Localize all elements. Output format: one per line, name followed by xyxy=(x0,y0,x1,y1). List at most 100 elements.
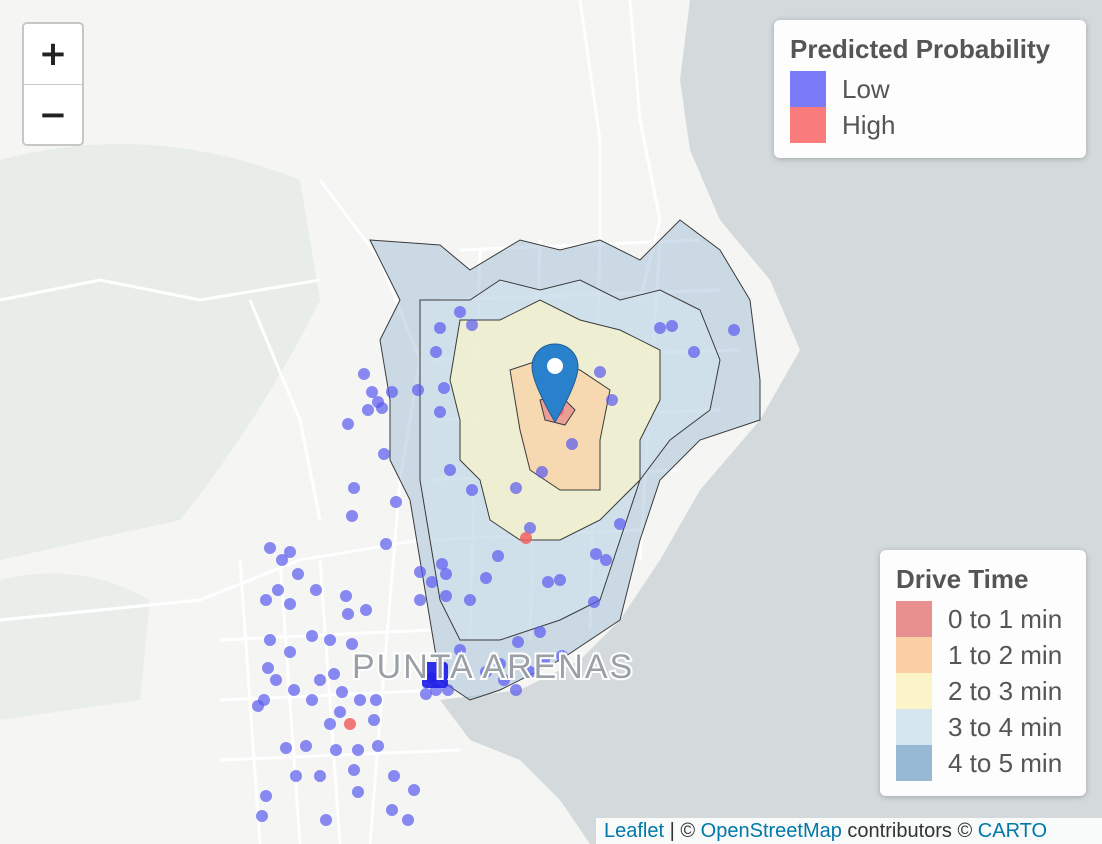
probability-point[interactable] xyxy=(440,590,452,602)
probability-point[interactable] xyxy=(284,598,296,610)
probability-point[interactable] xyxy=(336,686,348,698)
probability-point[interactable] xyxy=(454,306,466,318)
probability-point[interactable] xyxy=(438,382,450,394)
probability-point[interactable] xyxy=(328,668,340,680)
probability-point[interactable] xyxy=(306,694,318,706)
probability-point[interactable] xyxy=(554,574,566,586)
probability-point[interactable] xyxy=(280,742,292,754)
probability-point[interactable] xyxy=(426,576,438,588)
probability-point[interactable] xyxy=(510,482,522,494)
probability-point[interactable] xyxy=(342,418,354,430)
leaflet-link[interactable]: Leaflet xyxy=(604,820,664,842)
probability-point[interactable] xyxy=(390,496,402,508)
map-view[interactable]: PUNTA ARENAS + − Predicted Probability L… xyxy=(0,0,1102,844)
probability-point[interactable] xyxy=(444,464,456,476)
probability-point[interactable] xyxy=(594,366,606,378)
probability-point[interactable] xyxy=(288,684,300,696)
probability-point[interactable] xyxy=(264,542,276,554)
zoom-out-button[interactable]: − xyxy=(24,84,82,144)
probability-point[interactable] xyxy=(256,810,268,822)
probability-point[interactable] xyxy=(334,706,346,718)
probability-point[interactable] xyxy=(368,714,380,726)
probability-point[interactable] xyxy=(376,402,388,414)
probability-point[interactable] xyxy=(380,538,392,550)
probability-point[interactable] xyxy=(272,584,284,596)
probability-point-high[interactable] xyxy=(520,532,532,544)
probability-point[interactable] xyxy=(688,346,700,358)
probability-point[interactable] xyxy=(366,386,378,398)
probability-point[interactable] xyxy=(362,404,374,416)
probability-point[interactable] xyxy=(300,740,312,752)
probability-point[interactable] xyxy=(260,594,272,606)
probability-point[interactable] xyxy=(728,324,740,336)
probability-point[interactable] xyxy=(434,322,446,334)
probability-point[interactable] xyxy=(348,764,360,776)
probability-point[interactable] xyxy=(330,744,342,756)
probability-point[interactable] xyxy=(346,510,358,522)
probability-point[interactable] xyxy=(512,636,524,648)
probability-point[interactable] xyxy=(358,368,370,380)
probability-point[interactable] xyxy=(342,608,354,620)
probability-point[interactable] xyxy=(306,630,318,642)
probability-point[interactable] xyxy=(314,674,326,686)
probability-point[interactable] xyxy=(464,594,476,606)
probability-point[interactable] xyxy=(386,804,398,816)
probability-point[interactable] xyxy=(260,790,272,802)
probability-point[interactable] xyxy=(354,694,366,706)
probability-point[interactable] xyxy=(466,319,478,331)
probability-point[interactable] xyxy=(614,518,626,530)
probability-point[interactable] xyxy=(352,744,364,756)
probability-point[interactable] xyxy=(420,688,432,700)
probability-point[interactable] xyxy=(466,484,478,496)
zoom-in-button[interactable]: + xyxy=(24,24,82,84)
probability-point[interactable] xyxy=(320,814,332,826)
probability-point[interactable] xyxy=(606,394,618,406)
osm-link[interactable]: OpenStreetMap xyxy=(701,820,842,842)
probability-point[interactable] xyxy=(340,590,352,602)
zoom-control: + − xyxy=(22,22,84,146)
probability-point[interactable] xyxy=(430,346,442,358)
probability-point[interactable] xyxy=(324,634,336,646)
probability-point[interactable] xyxy=(378,448,390,460)
probability-point[interactable] xyxy=(388,770,400,782)
probability-point[interactable] xyxy=(588,596,600,608)
carto-link[interactable]: CARTO xyxy=(978,820,1047,842)
probability-point[interactable] xyxy=(292,568,304,580)
legend-predicted-probability: Predicted Probability Low High xyxy=(774,20,1086,158)
probability-point[interactable] xyxy=(666,320,678,332)
probability-point[interactable] xyxy=(310,584,322,596)
probability-point[interactable] xyxy=(600,554,612,566)
probability-point[interactable] xyxy=(290,770,302,782)
probability-point[interactable] xyxy=(408,784,420,796)
probability-point[interactable] xyxy=(314,770,326,782)
probability-point[interactable] xyxy=(270,674,282,686)
probability-point[interactable] xyxy=(534,626,546,638)
probability-point[interactable] xyxy=(370,694,382,706)
probability-point[interactable] xyxy=(352,786,364,798)
probability-point[interactable] xyxy=(252,700,264,712)
probability-point[interactable] xyxy=(542,576,554,588)
probability-point[interactable] xyxy=(284,646,296,658)
probability-point[interactable] xyxy=(436,558,448,570)
probability-point[interactable] xyxy=(480,572,492,584)
probability-point[interactable] xyxy=(492,550,504,562)
probability-point[interactable] xyxy=(654,322,666,334)
probability-point[interactable] xyxy=(402,814,414,826)
probability-point[interactable] xyxy=(434,406,446,418)
probability-point[interactable] xyxy=(348,482,360,494)
probability-point[interactable] xyxy=(566,438,578,450)
probability-point[interactable] xyxy=(360,604,372,616)
probability-point[interactable] xyxy=(590,548,602,560)
probability-point[interactable] xyxy=(276,554,288,566)
probability-point[interactable] xyxy=(536,466,548,478)
probability-point[interactable] xyxy=(264,634,276,646)
probability-point[interactable] xyxy=(324,718,336,730)
probability-point[interactable] xyxy=(262,662,274,674)
probability-point[interactable] xyxy=(414,594,426,606)
probability-point[interactable] xyxy=(372,740,384,752)
probability-point[interactable] xyxy=(386,386,398,398)
probability-point[interactable] xyxy=(412,384,424,396)
attribution-text: contributors © xyxy=(841,820,978,842)
probability-point[interactable] xyxy=(414,566,426,578)
probability-point-high[interactable] xyxy=(344,718,356,730)
